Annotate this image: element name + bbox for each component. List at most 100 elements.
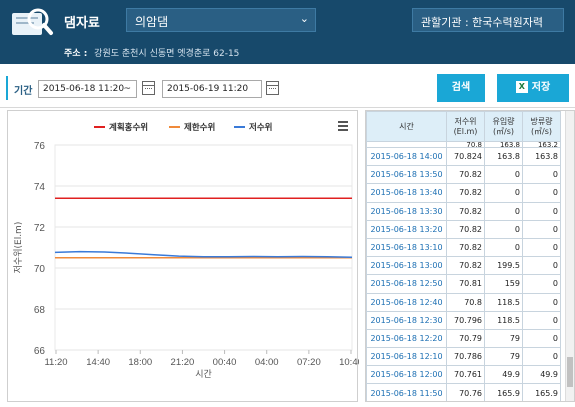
value-cell: 70.8	[446, 292, 485, 312]
x-tick-label: 00:40	[213, 357, 237, 368]
value-cell: 0	[484, 201, 523, 221]
value-cell: 70.82	[446, 256, 485, 276]
table-row[interactable]: 2015-06-18 12:50 70.81 159 0	[366, 274, 561, 294]
y-tick-label: 76	[34, 141, 46, 152]
value-cell: 79	[484, 328, 523, 349]
value-cell: 70.82	[446, 165, 485, 185]
time-cell[interactable]: 2015-06-18 13:00	[366, 256, 447, 276]
value-cell: 70.761	[446, 365, 485, 385]
x-tick-label: 18:00	[128, 357, 152, 368]
start-date-input[interactable]: 2015-06-18 11:20 ~	[38, 80, 137, 98]
value-cell: 70.82	[446, 201, 485, 221]
y-tick-label: 68	[34, 305, 46, 316]
table-row[interactable]: 2015-06-18 13:20 70.82 0 0	[366, 219, 561, 239]
y-tick-label: 70	[34, 264, 46, 275]
calendar-icon[interactable]	[142, 81, 155, 95]
table-row[interactable]: 2015-06-18 11:50 70.76 165.9 165.9	[366, 383, 561, 401]
x-tick-label: 14:40	[86, 357, 110, 368]
value-cell: 0	[484, 165, 523, 185]
value-cell: 79	[484, 347, 523, 367]
table-row[interactable]: 2015-06-18 12:30 70.796 118.5 0	[366, 310, 561, 330]
value-cell: 0	[484, 183, 523, 203]
value-cell: 0	[522, 292, 561, 312]
value-cell: 0	[522, 310, 561, 330]
period-label: 기간	[14, 86, 33, 97]
table-row[interactable]: 2015-06-18 14:00 70.824 163.8 163.8	[366, 146, 561, 167]
value-cell: 0	[522, 201, 561, 221]
col-header-outflow: 방류량 (㎥/s)	[522, 111, 561, 142]
dam-select-value: 의암댐	[135, 15, 169, 29]
value-cell: 70.796	[446, 310, 485, 330]
time-cell[interactable]: 2015-06-18 12:50	[366, 274, 447, 294]
time-cell[interactable]: 2015-06-18 14:00	[366, 146, 447, 167]
page-title: 댐자료	[64, 16, 100, 31]
y-tick-label: 66	[34, 346, 46, 357]
start-date-value: 2015-06-18 11:20	[43, 84, 125, 94]
search-button[interactable]: 검색	[437, 74, 485, 102]
time-cell[interactable]: 2015-06-18 12:00	[366, 365, 447, 385]
legend-label: 계획홍수위	[109, 122, 148, 133]
time-cell[interactable]: 2015-06-18 13:20	[366, 219, 447, 239]
dam-select[interactable]: 의암댐 ⌄	[126, 8, 316, 32]
y-tick-label: 72	[34, 223, 46, 234]
table-row[interactable]: 2015-06-18 13:40 70.82 0 0	[366, 183, 561, 203]
table-row[interactable]: 2015-06-18 12:40 70.8 118.5 0	[366, 292, 561, 312]
table-row[interactable]: 2015-06-18 13:00 70.82 199.5 0	[366, 256, 561, 276]
save-button[interactable]: X 저장	[497, 74, 569, 102]
data-table-panel: 시간 저수위 (El.m) 유입량 (㎥/s) 방류량 (㎥/s) 70.8 16…	[365, 110, 575, 402]
value-cell: 70.79	[446, 328, 485, 349]
value-cell: 118.5	[484, 292, 523, 312]
table-scrollbar[interactable]	[565, 111, 574, 401]
x-tick-label: 04:00	[255, 357, 279, 368]
time-cell[interactable]: 2015-06-18 13:30	[366, 201, 447, 221]
time-cell[interactable]: 2015-06-18 13:40	[366, 183, 447, 203]
col-header-time: 시간	[366, 111, 447, 142]
value-cell: 70.81	[446, 274, 485, 294]
calendar-icon[interactable]	[266, 81, 279, 95]
time-cell[interactable]: 2015-06-18 12:40	[366, 292, 447, 312]
chevron-down-icon: ⌄	[299, 12, 309, 25]
x-tick-label: 10:40	[339, 357, 359, 368]
table-row[interactable]: 2015-06-18 13:30 70.82 0 0	[366, 201, 561, 221]
chart-menu-icon[interactable]	[338, 121, 348, 131]
value-cell: 0	[522, 274, 561, 294]
value-cell: 165.9	[484, 383, 523, 401]
time-cell[interactable]: 2015-06-18 13:50	[366, 165, 447, 185]
time-cell[interactable]: 2015-06-18 12:30	[366, 310, 447, 330]
value-cell: 0	[522, 347, 561, 367]
scrollbar-thumb[interactable]	[567, 357, 573, 387]
end-date-value: 2015-06-19 11:20	[167, 84, 249, 94]
time-cell[interactable]: 2015-06-18 12:20	[366, 328, 447, 349]
value-cell: 70.786	[446, 347, 485, 367]
value-cell: 159	[484, 274, 523, 294]
time-cell[interactable]: 2015-06-18 12:10	[366, 347, 447, 367]
x-tick-label: 21:20	[171, 357, 195, 368]
time-cell[interactable]: 2015-06-18 13:10	[366, 237, 447, 258]
end-date-input[interactable]: 2015-06-19 11:20	[162, 80, 262, 98]
water-level-chart: 66 68 70 72 74 76 11:20 14:40 18:00 21:20 00:40 04:…	[7, 110, 363, 402]
value-cell: 49.9	[484, 365, 523, 385]
value-cell: 0	[522, 165, 561, 185]
save-button-label: 저장	[531, 82, 551, 93]
x-tick-label: 07:20	[297, 357, 321, 368]
table-row[interactable]: 2015-06-18 12:00 70.761 49.9 49.9	[366, 365, 561, 385]
date-range-separator: ~	[123, 84, 131, 94]
value-cell: 70.82	[446, 219, 485, 239]
x-tick-label: 11:20	[44, 357, 67, 368]
legend-label: 제한수위	[184, 122, 215, 133]
table-row[interactable]: 2015-06-18 13:50 70.82 0 0	[366, 165, 561, 185]
table-row[interactable]: 2015-06-18 12:20 70.79 79 0	[366, 328, 561, 349]
time-cell[interactable]: 2015-06-18 11:50	[366, 383, 447, 401]
value-cell: 49.9	[522, 365, 561, 385]
table-row[interactable]: 2015-06-18 13:10 70.82 0 0	[366, 237, 561, 258]
plot-area	[54, 144, 353, 351]
filter-bar: 기간 2015-06-18 11:20 ~ 2015-06-19 11:20 검…	[0, 72, 575, 108]
table-row[interactable]: 2015-06-18 12:10 70.786 79 0	[366, 347, 561, 367]
value-cell: 118.5	[484, 310, 523, 330]
data-table: 시간 저수위 (El.m) 유입량 (㎥/s) 방류량 (㎥/s) 70.8 16…	[366, 111, 561, 401]
org-badge: 관할기관 : 한국수력원자력	[412, 8, 564, 32]
app-header: 댐자료 의암댐 ⌄ 관할기관 : 한국수력원자력 주소 : 강원도 춘천시 신동…	[0, 0, 575, 64]
value-cell: 0	[522, 237, 561, 258]
value-cell: 163.8	[484, 146, 523, 167]
value-cell: 0	[522, 256, 561, 276]
